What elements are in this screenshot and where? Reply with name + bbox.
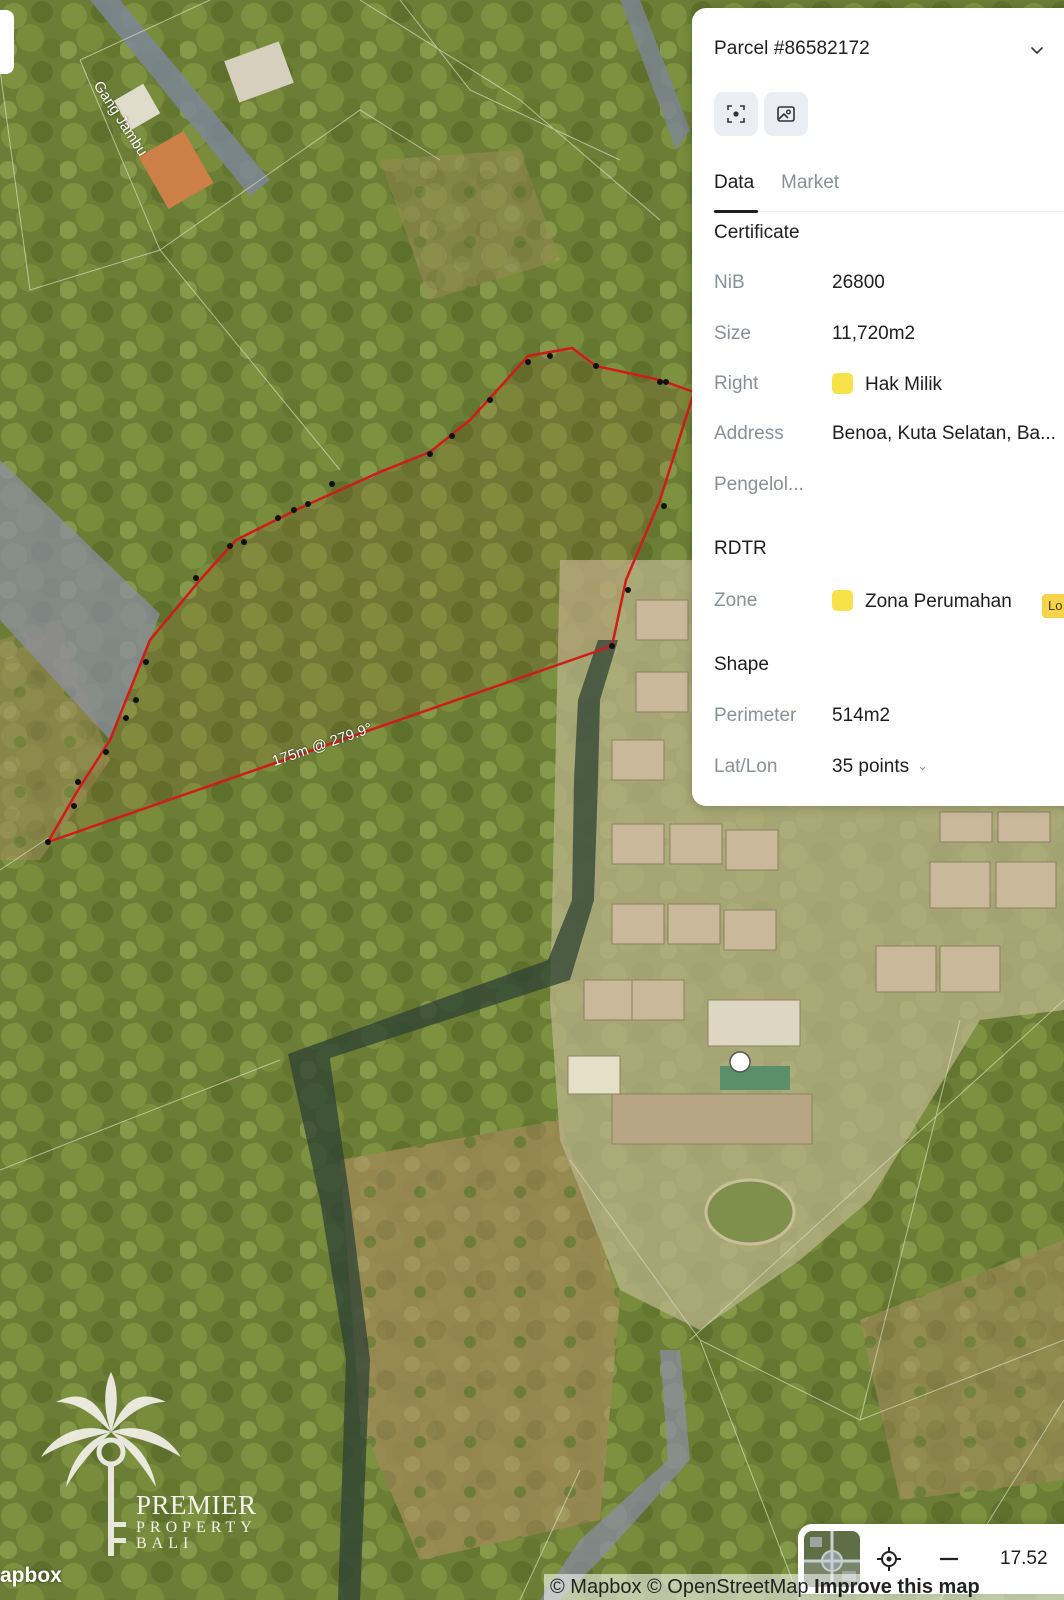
chevron-down-icon[interactable] (1030, 44, 1044, 58)
size-value: 11,720m2 (832, 323, 916, 344)
zone-text: Zona Perumahan (865, 591, 1012, 612)
right-label: Right (714, 373, 759, 394)
rdtr-heading: RDTR (714, 538, 767, 559)
select-area-button[interactable] (714, 92, 758, 136)
nib-value: 26800 (832, 272, 885, 293)
parcel-info-panel: Parcel #86582172 Data Market Certificate… (692, 8, 1064, 806)
zoom-level: 17.52 (1000, 1548, 1048, 1569)
zoom-out-icon (940, 1557, 958, 1561)
zone-badge: Lo (1042, 594, 1064, 618)
brand-line-3: BALI (136, 1535, 194, 1552)
locate-button[interactable] (874, 1544, 904, 1574)
active-tab-indicator (714, 210, 758, 213)
left-panel-handle[interactable] (0, 10, 14, 74)
address-label: Address (714, 423, 784, 444)
focus-icon (727, 105, 745, 123)
tab-market[interactable]: Market (781, 172, 839, 194)
brand-name: PREMIER PROPERTY BALI (136, 1490, 257, 1553)
image-view-button[interactable] (764, 92, 808, 136)
brand-line-1: PREMIER (136, 1490, 257, 1520)
zone-color-swatch (832, 590, 853, 611)
map-attribution: © Mapbox © OpenStreetMap Improve this ma… (544, 1574, 1064, 1600)
shape-heading: Shape (714, 654, 769, 675)
swimming-poi-icon[interactable] (729, 1051, 751, 1073)
panel-header: Parcel #86582172 (714, 38, 1044, 68)
latlon-label: Lat/Lon (714, 756, 778, 777)
premier-property-bali-logo: PREMIER PROPERTY BALI (36, 1372, 266, 1562)
roundabout (704, 1178, 796, 1246)
locate-icon (877, 1547, 901, 1571)
mapbox-attribution-link[interactable]: © Mapbox (550, 1576, 641, 1598)
zone-label: Zone (714, 590, 758, 611)
panel-tabs: Data Market (714, 168, 1064, 213)
mapbox-logo[interactable]: apbox (0, 1564, 62, 1588)
parcel-title: Parcel #86582172 (714, 38, 870, 59)
chevron-down-icon: ⌄ (917, 758, 929, 773)
right-color-swatch (832, 373, 853, 394)
nib-label: NiB (714, 272, 745, 293)
pengelola-label: Pengelol... (714, 474, 804, 495)
osm-attribution-link[interactable]: © OpenStreetMap (647, 1576, 808, 1598)
perimeter-label: Perimeter (714, 705, 797, 726)
address-value: Benoa, Kuta Selatan, Ba... (832, 423, 1056, 444)
zone-value: Zona Perumahan (832, 590, 1012, 613)
improve-map-link[interactable]: Improve this map (814, 1576, 980, 1598)
image-icon (777, 106, 795, 122)
right-text: Hak Milik (865, 374, 943, 395)
right-value: Hak Milik (832, 373, 942, 396)
size-label: Size (714, 323, 751, 344)
zoom-out-button[interactable] (934, 1544, 964, 1574)
pool (720, 1066, 790, 1090)
tab-data[interactable]: Data (714, 172, 754, 194)
latlon-dropdown[interactable]: 35 points ⌄ (832, 756, 928, 778)
certificate-heading: Certificate (714, 222, 800, 243)
perimeter-value: 514m2 (832, 705, 891, 726)
latlon-value: 35 points (832, 756, 910, 777)
